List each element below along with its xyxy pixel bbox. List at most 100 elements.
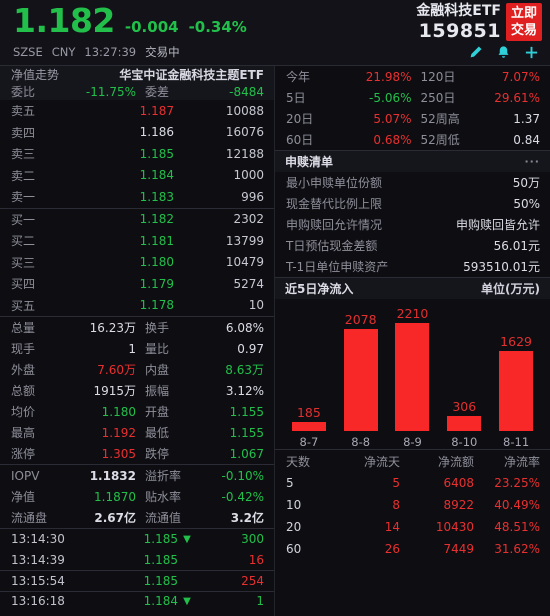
content-body: 净值走势 华宝中证金融科技主题ETF 委比 -11.75% 委差 -8484 卖… <box>0 66 550 616</box>
ask-qty: 12188 <box>225 146 264 161</box>
bar-group: 1629 <box>493 303 540 431</box>
flow-col-netrate: 净流率 <box>503 454 540 469</box>
bar <box>343 329 378 431</box>
trade-statistics: 总量 16.23万 换手 6.08% 现手 1 量比 0.97 外盘 7.60万… <box>0 317 274 464</box>
more-options-icon[interactable]: ··· <box>524 155 540 168</box>
flow-days: 10 <box>286 498 302 512</box>
flow-net-amount: 6408 <box>443 476 474 490</box>
order-book-row[interactable]: 卖一 1.183 996 <box>0 186 274 208</box>
arrow-down-icon: ▼ <box>183 595 191 607</box>
flow-days: 60 <box>286 542 302 556</box>
nav-stat-value: 1.1870 <box>94 489 136 504</box>
order-book-row[interactable]: 买三 1.180 10479 <box>0 252 274 274</box>
etf-quote-screen: 1.182 -0.004 -0.34% SZSE CNY 13:27:39 交易… <box>0 0 550 616</box>
stat-label: 跌停 <box>145 447 170 461</box>
trade-button-line2: 交易 <box>510 21 537 37</box>
bid-qty: 10 <box>248 298 264 313</box>
order-book-row[interactable]: 买四 1.179 5274 <box>0 273 274 295</box>
tick-list: 13:14:30 1.185 ▼ 300 13:14:39 1.185 16 1… <box>0 529 274 616</box>
bid-book: 买一 1.182 2302 买二 1.181 13799 买三 1.180 10… <box>0 209 274 317</box>
bar <box>291 422 326 431</box>
stat-row: 均价 1.180 开盘 1.155 <box>0 401 274 422</box>
bar-group: 306 <box>441 303 488 431</box>
creation-list-title: 申赎清单 <box>285 155 334 169</box>
order-book-row[interactable]: 买五 1.178 10 <box>0 295 274 317</box>
bid-label: 买一 <box>11 212 36 227</box>
stat-row: 总量 16.23万 换手 6.08% <box>0 317 274 338</box>
flow-net-rate: 31.62% <box>494 542 540 556</box>
creation-row: T-1日单位申赎资产 593510.01元 <box>275 256 550 277</box>
exchange-label: SZSE <box>13 44 43 59</box>
flow-table: 天数 净流天 净流额 净流率 5 5 6408 23.25% 10 8 8922… <box>275 450 550 560</box>
tick-price: 1.184 <box>143 594 178 609</box>
fund-block: 金融科技ETF 159851 立即 交易 <box>416 3 542 60</box>
tick-price: 1.185 <box>143 573 178 588</box>
stat-value: 6.08% <box>225 320 264 335</box>
right-panel: 今年 21.98% 120日 7.07% 5日 -5.06% 250日 29.6… <box>275 66 550 616</box>
bar <box>395 323 430 431</box>
ratio-label: 委比 <box>11 85 36 99</box>
order-book-row[interactable]: 卖四 1.186 16076 <box>0 122 274 144</box>
plus-icon[interactable] <box>524 45 539 60</box>
bar-value-label: 306 <box>452 399 477 414</box>
creation-value: 593510.01元 <box>463 260 540 274</box>
flow-chart-title: 近5日净流入 <box>285 282 354 296</box>
ask-label: 卖二 <box>11 168 36 183</box>
perf-label: 250日 <box>420 91 456 105</box>
ask-book: 卖五 1.187 10088 卖四 1.186 16076 卖三 1.185 1… <box>0 100 274 208</box>
ratio-value: -11.75% <box>85 84 136 99</box>
bar <box>447 416 482 431</box>
flow-col-netamt: 净流额 <box>437 454 474 469</box>
perf-row: 5日 -5.06% 250日 29.61% <box>275 87 550 108</box>
stat-value: 1.305 <box>101 446 136 461</box>
bid-qty: 10479 <box>225 255 264 270</box>
price-row: 1.182 -0.004 -0.34% <box>13 3 247 39</box>
fund-name: 金融科技ETF <box>416 3 501 19</box>
order-book-row[interactable]: 卖三 1.185 12188 <box>0 143 274 165</box>
nav-stat-label: 流通盘 <box>11 511 48 525</box>
perf-value: 7.07% <box>501 69 540 84</box>
nav-stat-label: 流通值 <box>145 511 182 525</box>
fund-code: 159851 <box>418 19 501 42</box>
bid-price: 1.180 <box>139 255 174 270</box>
creation-list-header: 申赎清单 ··· <box>275 150 550 172</box>
stat-row: 最高 1.192 最低 1.155 <box>0 422 274 443</box>
perf-label: 20日 <box>286 112 314 126</box>
perf-label: 120日 <box>420 70 456 84</box>
stat-label: 开盘 <box>145 405 170 419</box>
creation-key: T-1日单位申赎资产 <box>286 260 389 274</box>
creation-row: T日预估现金差额 56.01元 <box>275 235 550 256</box>
stat-value: 1.180 <box>101 404 136 419</box>
chart-x-axis: 8-7 8-8 8-9 8-10 8-11 <box>283 431 542 449</box>
tick-volume: 16 <box>248 552 264 567</box>
stat-label: 涨停 <box>11 447 36 461</box>
order-book-row[interactable]: 买二 1.181 13799 <box>0 230 274 252</box>
nav-stat-label: 净值 <box>11 490 36 504</box>
quote-time: 13:27:39 <box>84 44 137 59</box>
bid-qty: 13799 <box>225 233 264 248</box>
stat-label: 总额 <box>11 384 36 398</box>
ask-qty: 996 <box>241 189 264 204</box>
nav-stat-row: 净值 1.1870 贴水率 -0.42% <box>0 486 274 507</box>
order-book-row[interactable]: 买一 1.182 2302 <box>0 209 274 231</box>
bar-value-label: 1629 <box>500 334 532 349</box>
tick-price: 1.185 <box>143 532 178 547</box>
ask-label: 卖五 <box>11 104 36 119</box>
order-book-row[interactable]: 卖五 1.187 10088 <box>0 100 274 122</box>
price-block: 1.182 -0.004 -0.34% SZSE CNY 13:27:39 交易… <box>13 3 247 60</box>
stat-value: 8.63万 <box>225 363 264 377</box>
stat-label: 换手 <box>145 321 170 335</box>
fund-header-row: 净值走势 华宝中证金融科技主题ETF <box>0 66 274 83</box>
bell-icon[interactable] <box>496 45 511 60</box>
bar <box>499 351 534 431</box>
nav-trend-tab[interactable]: 净值走势 <box>11 66 59 83</box>
tick-volume: 254 <box>241 573 264 588</box>
order-book-row[interactable]: 卖二 1.184 1000 <box>0 165 274 187</box>
trade-now-button[interactable]: 立即 交易 <box>506 3 542 42</box>
nav-stat-label: IOPV <box>11 468 40 483</box>
flow-net-rate: 48.51% <box>494 520 540 534</box>
flow-col-days: 天数 <box>286 454 311 469</box>
edit-pencil-icon[interactable] <box>468 45 483 60</box>
table-row: 5 5 6408 23.25% <box>275 472 550 494</box>
perf-value: 5.07% <box>373 111 412 126</box>
